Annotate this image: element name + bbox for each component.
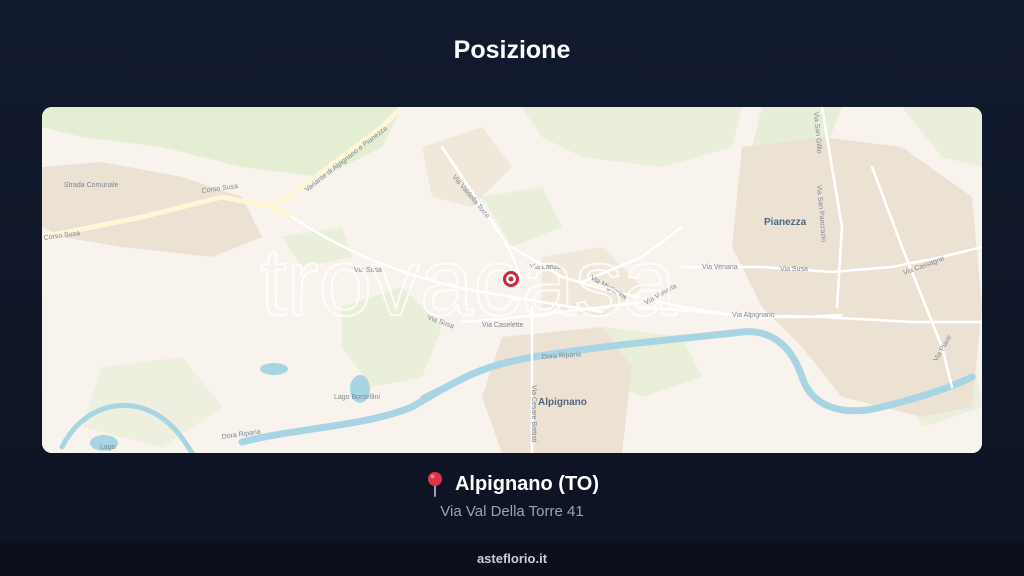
street-label: Via Cesare Battisti (530, 385, 537, 443)
lake-label: Lago (100, 444, 116, 451)
location-city: Alpignano (TO) (454, 472, 600, 495)
page-title: Posizione (453, 36, 571, 64)
town-label-pianezza: Pianezza (764, 217, 807, 228)
location-marker[interactable] (503, 271, 519, 287)
town-label-alpignano: Alpignano (538, 397, 587, 408)
map-pin-icon (427, 472, 442, 497)
lake-label: Lago Borsellini (334, 394, 380, 401)
location-map[interactable]: Via Susa Via Susa Corso Susa Corso Susa … (42, 107, 982, 453)
street-label: Via Venaria (702, 264, 738, 271)
footer-brand: asteflorio.it (0, 543, 1024, 576)
location-caption: Alpignano (TO) Via Val Della Torre 41 (0, 470, 1024, 520)
street-label: Strada Comunale (64, 182, 119, 189)
trovacasa-watermark: trovacasa (260, 229, 677, 336)
street-label: Via Alpignano (732, 312, 775, 319)
street-label: Via Susa (780, 266, 808, 273)
location-address: Via Val Della Torre 41 (440, 503, 584, 520)
